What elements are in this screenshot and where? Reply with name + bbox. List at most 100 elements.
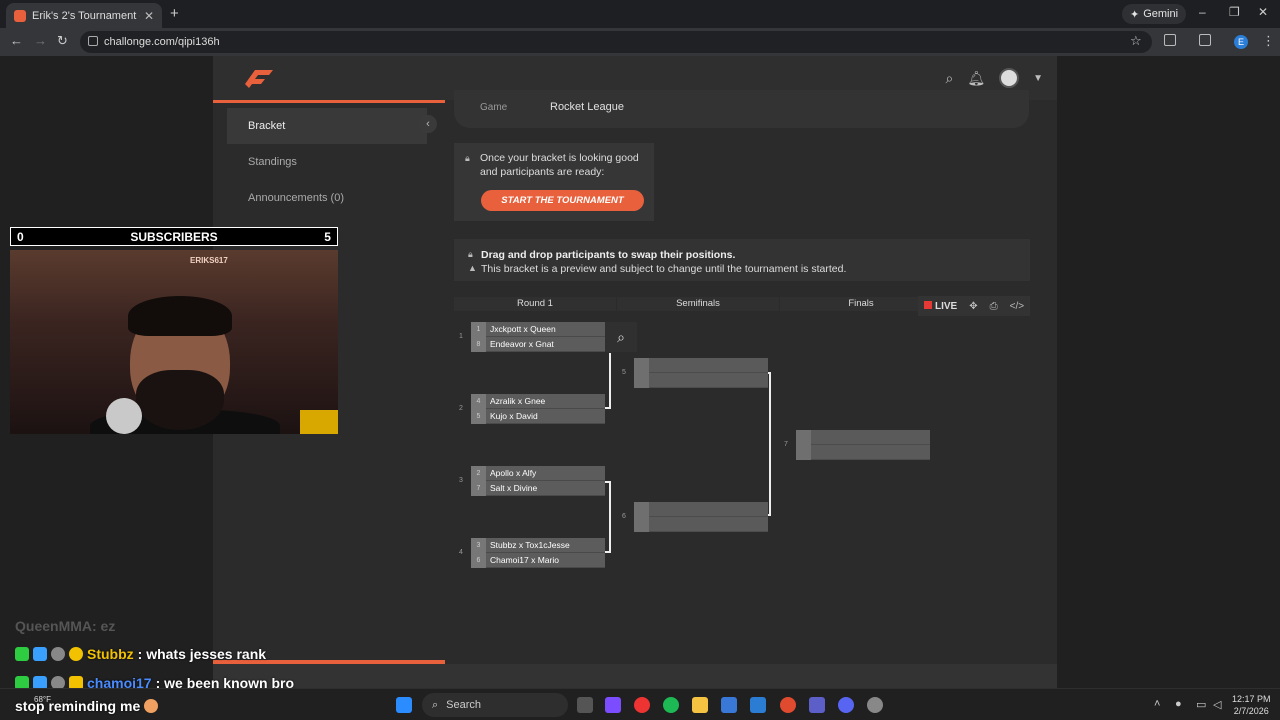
start-tournament-button[interactable]: START THE TOURNAMENT	[481, 190, 644, 211]
lock-icon: 🔒︎	[465, 153, 470, 163]
discord-icon[interactable]	[838, 697, 854, 713]
match-card[interactable]: 3 Stubbz x Tox1cJesse 6 Chamoi17 x Mario	[471, 537, 605, 568]
move-icon[interactable]: ✥	[969, 301, 977, 312]
menu-kebab-icon[interactable]: ⋮	[1262, 33, 1275, 49]
webcam-feed: ERIKS617	[10, 250, 338, 434]
match-team-row[interactable]: 4 Azralik x Gnee	[471, 393, 605, 409]
tab-title: Erik's 2's Tournament - Challonge	[32, 9, 140, 22]
store-icon[interactable]	[721, 697, 737, 713]
chat-text: : whats jesses rank	[137, 646, 267, 662]
site-info-icon[interactable]	[88, 36, 98, 46]
chevron-down-icon[interactable]: ▼	[1033, 73, 1043, 84]
minimize-icon[interactable]: –	[1199, 5, 1206, 19]
match-team-row[interactable]: 2 Apollo x Alfy	[471, 465, 605, 481]
address-bar[interactable]: challonge.com/qipi136h	[80, 31, 1152, 53]
match-card[interactable]: 1 Jxckpott x Queen 8 Endeavor x Gnat	[471, 321, 605, 352]
chat-badge-icon	[15, 647, 29, 661]
sub-goal-title: SUBSCRIBERS	[130, 229, 218, 244]
game-value: Rocket League	[550, 101, 624, 113]
chat-text: stop reminding me	[15, 698, 141, 714]
forward-icon[interactable]: →	[34, 33, 47, 48]
search-icon[interactable]: ⌕	[945, 70, 953, 87]
bracket-connector	[609, 353, 611, 409]
maximize-icon[interactable]: ❐	[1229, 5, 1240, 19]
close-tab-icon[interactable]: ✕	[144, 9, 154, 23]
match-number: 7	[784, 441, 788, 448]
taskbar-search[interactable]: ⌕ Search	[422, 693, 568, 717]
url-text: challonge.com/qipi136h	[104, 36, 220, 48]
challonge-favicon-icon	[14, 9, 26, 22]
webcam-sign: ERIKS617	[190, 256, 228, 265]
seed: 7	[471, 480, 486, 496]
match-card[interactable]: 2 Apollo x Alfy 7 Salt x Divine	[471, 465, 605, 496]
warning-icon: ▲	[468, 263, 477, 273]
live-indicator-icon	[924, 300, 932, 309]
match-card-empty[interactable]	[634, 358, 768, 388]
match-card[interactable]: 4 Azralik x Gnee 5 Kujo x David	[471, 393, 605, 424]
match-card-empty[interactable]	[634, 502, 768, 532]
chat-message: stop reminding me	[15, 698, 159, 714]
page-footer	[213, 664, 1057, 688]
lock-icon: 🔒︎	[468, 249, 473, 259]
user-avatar[interactable]	[999, 68, 1020, 88]
microphone-icon[interactable]: ●	[1175, 698, 1182, 710]
browser-tab[interactable]: Erik's 2's Tournament - Challonge ✕	[6, 3, 162, 28]
profile-avatar[interactable]: E	[1234, 35, 1248, 49]
volume-icon[interactable]: ◁	[1213, 698, 1221, 711]
seed: 1	[471, 321, 486, 337]
embed-code-icon[interactable]: </>	[1010, 301, 1024, 312]
tray-chevron-icon[interactable]: ˄	[1154, 698, 1160, 710]
bracket-connector	[605, 481, 611, 483]
task-view-icon[interactable]	[577, 697, 593, 713]
start-tournament-panel: 🔒︎ Once your bracket is looking good and…	[454, 143, 654, 221]
reload-icon[interactable]: ↻	[57, 33, 68, 49]
person-beard	[136, 370, 224, 430]
start-message: Once your bracket is looking good and pa…	[480, 152, 639, 178]
back-icon[interactable]: ←	[10, 33, 23, 48]
gemini-label: Gemini	[1143, 8, 1179, 20]
match-team-row[interactable]: 8 Endeavor x Gnat	[471, 336, 605, 352]
live-toggle[interactable]: LIVE	[924, 300, 957, 312]
team-name: Apollo x Alfy	[490, 468, 537, 478]
chat-message: Stubbz : whats jesses rank	[15, 646, 266, 662]
bookmark-star-icon[interactable]: ☆	[1130, 33, 1142, 49]
sidebar-item-standings[interactable]: Standings	[227, 144, 427, 180]
network-icon[interactable]: ▭	[1196, 698, 1206, 711]
chat-username: Stubbz	[87, 646, 134, 662]
copilot-icon[interactable]	[605, 697, 621, 713]
new-tab-icon[interactable]: +	[170, 5, 179, 22]
tournament-info-card: Game Rocket League	[454, 90, 1029, 128]
collapse-sidebar-icon[interactable]: ‹	[419, 115, 437, 133]
chrome-icon[interactable]	[634, 697, 650, 713]
match-team-row[interactable]: 7 Salt x Divine	[471, 480, 605, 496]
reading-mode-icon[interactable]	[1199, 34, 1211, 46]
yellow-object	[300, 410, 338, 434]
match-number: 6	[622, 513, 626, 520]
file-explorer-icon[interactable]	[692, 697, 708, 713]
taskbar-search-label: Search	[446, 699, 482, 711]
start-menu-icon[interactable]	[396, 697, 412, 713]
match-team-row[interactable]: 1 Jxckpott x Queen	[471, 321, 605, 337]
teams-icon[interactable]	[809, 697, 825, 713]
spotify-icon[interactable]	[663, 697, 679, 713]
gemini-button[interactable]: ✦ Gemini	[1122, 4, 1187, 24]
match-card-empty[interactable]	[796, 430, 930, 460]
close-window-icon[interactable]: ✕	[1258, 5, 1268, 19]
outlook-icon[interactable]	[750, 697, 766, 713]
notifications-bell-icon[interactable]: 🔔︎	[967, 70, 985, 87]
extensions-icon[interactable]	[1164, 34, 1176, 46]
match-team-row[interactable]: 5 Kujo x David	[471, 408, 605, 424]
settings-icon[interactable]	[867, 697, 883, 713]
match-number: 4	[459, 549, 463, 556]
match-team-row[interactable]: 6 Chamoi17 x Mario	[471, 552, 605, 568]
browser-tabbar: Erik's 2's Tournament - Challonge ✕ + ✦G…	[0, 0, 1280, 28]
match-search-icon[interactable]: ⌕	[605, 322, 637, 352]
print-icon[interactable]: ⎙	[990, 301, 998, 312]
app-icon[interactable]	[780, 697, 796, 713]
sidebar-item-announcements[interactable]: Announcements (0)	[227, 180, 427, 216]
taskbar-clock[interactable]: 12:17 PM 2/7/2026	[1232, 693, 1271, 717]
challonge-logo-icon[interactable]	[241, 66, 275, 90]
seed: 6	[471, 552, 486, 568]
sidebar-item-bracket[interactable]: Bracket	[227, 108, 427, 144]
match-team-row[interactable]: 3 Stubbz x Tox1cJesse	[471, 537, 605, 553]
